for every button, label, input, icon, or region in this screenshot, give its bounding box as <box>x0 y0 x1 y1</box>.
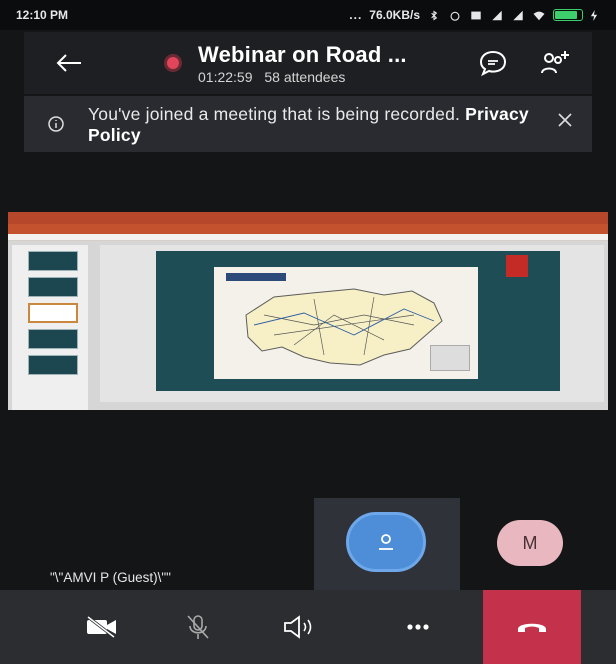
slide-thumbnail-active <box>28 303 78 323</box>
status-icons: ... 76.0KB/s <box>349 8 598 22</box>
hang-up-button[interactable] <box>483 590 581 664</box>
attendee-count: 58 attendees <box>264 68 346 85</box>
current-slide <box>156 251 560 391</box>
charging-icon <box>590 9 598 21</box>
meeting-title-block[interactable]: Webinar on Road ... 01:22:59 58 attendee… <box>198 42 462 85</box>
powerpoint-title-bar <box>8 212 608 224</box>
recording-banner: You've joined a meeting that is being re… <box>24 96 592 152</box>
slide-canvas <box>100 245 604 402</box>
road-network-map-image <box>214 267 478 379</box>
bluetooth-icon <box>431 10 438 20</box>
participants-button[interactable] <box>524 32 586 94</box>
camera-toggle-button[interactable] <box>52 590 152 664</box>
signal-2-icon <box>513 10 523 20</box>
banner-info <box>24 96 88 152</box>
add-participant-icon <box>541 51 569 74</box>
info-icon <box>48 116 64 132</box>
person-icon <box>379 534 393 550</box>
meeting-duration: 01:22:59 <box>198 68 253 85</box>
chat-button[interactable] <box>462 32 524 94</box>
self-avatar[interactable] <box>346 512 426 572</box>
powerpoint-toolbar <box>8 234 608 241</box>
slide-thumbnail <box>28 329 78 349</box>
speaker-icon <box>284 615 312 639</box>
slide-thumbnail <box>28 251 78 271</box>
alarm-icon <box>450 11 460 21</box>
powerpoint-body <box>8 241 608 410</box>
status-bar: 12:10 PM ... 76.0KB/s <box>0 0 616 30</box>
camera-off-icon <box>87 615 116 639</box>
battery-level <box>555 11 577 19</box>
more-options-button[interactable] <box>368 590 468 664</box>
participant-avatar[interactable]: M <box>497 520 563 566</box>
signal-icon <box>492 10 502 20</box>
slide-thumbnail <box>28 277 78 297</box>
powerpoint-ribbon <box>8 224 608 234</box>
slide-red-marker <box>506 255 528 277</box>
recording-icon <box>164 54 182 72</box>
hd-icon <box>471 11 481 19</box>
status-time: 12:10 PM <box>16 8 69 22</box>
speaker-button[interactable] <box>248 590 348 664</box>
back-arrow-icon <box>56 54 81 72</box>
more-icon <box>407 624 429 630</box>
meeting-subtitle: 01:22:59 58 attendees <box>198 69 462 85</box>
map-title-mark <box>226 273 286 281</box>
close-icon <box>558 113 572 127</box>
guest-name-label: "\"AMVI P (Guest)\"" <box>50 570 171 585</box>
back-button[interactable] <box>34 32 104 94</box>
map-outline-image <box>245 288 443 366</box>
participant-initial: M <box>522 532 538 553</box>
banner-close-button[interactable] <box>538 100 592 140</box>
network-speed: 76.0KB/s <box>369 8 420 22</box>
mic-off-icon <box>187 615 209 639</box>
map-legend <box>430 345 470 371</box>
shared-screen[interactable] <box>8 212 608 410</box>
battery-icon <box>553 9 583 21</box>
slide-thumbnail <box>28 355 78 375</box>
chat-icon <box>479 50 507 77</box>
banner-text: You've joined a meeting that is being re… <box>88 96 538 146</box>
microphone-toggle-button[interactable] <box>148 590 248 664</box>
meeting-title: Webinar on Road ... <box>198 41 407 67</box>
hang-up-icon <box>518 623 546 632</box>
banner-message: You've joined a meeting that is being re… <box>88 104 461 124</box>
wifi-icon <box>533 11 545 20</box>
slide-thumbnails <box>12 245 88 410</box>
teams-meeting-screen: 12:10 PM ... 76.0KB/s Webinar on Road ..… <box>0 0 616 664</box>
meeting-header: Webinar on Road ... 01:22:59 58 attendee… <box>24 32 592 94</box>
call-controls <box>0 590 616 664</box>
